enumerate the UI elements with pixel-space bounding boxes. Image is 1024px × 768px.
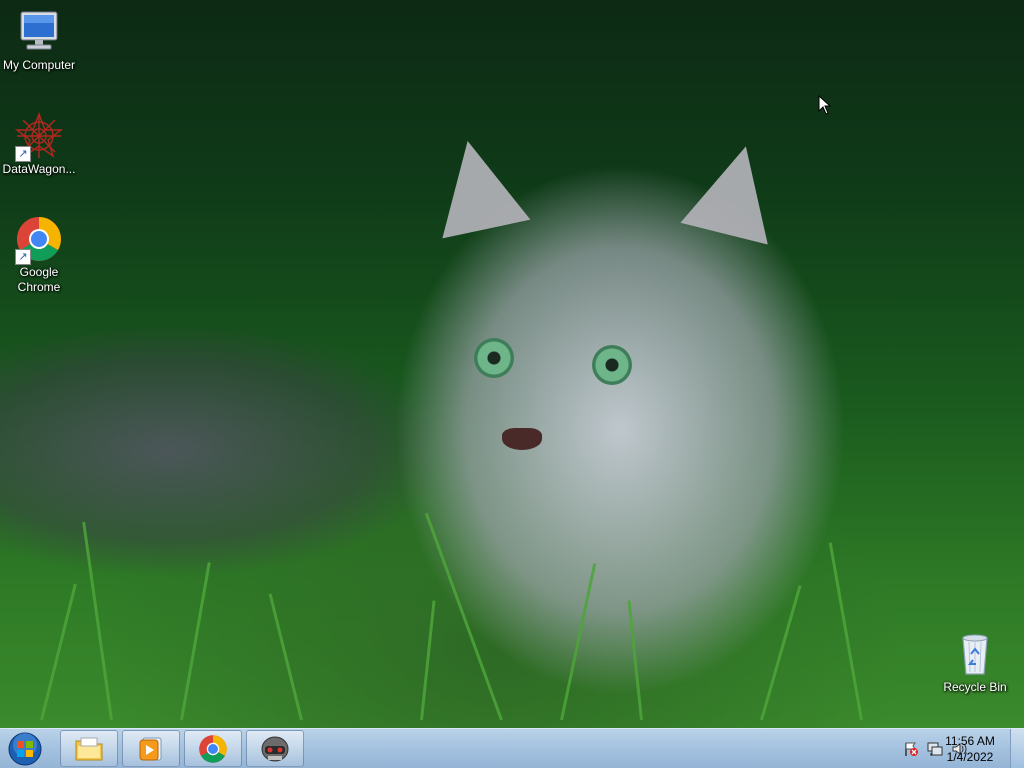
desktop-icon-label: Recycle Bin <box>943 680 1007 694</box>
wallpaper-cat-ear-left <box>423 131 531 239</box>
desktop-icon-label: My Computer <box>2 58 76 72</box>
shortcut-arrow-icon: ↗ <box>15 146 31 162</box>
desktop-icon-recycle-bin[interactable]: Recycle Bin <box>935 630 1015 695</box>
start-button[interactable] <box>6 731 44 767</box>
helmet-app-icon <box>261 736 289 761</box>
wallpaper-cat-eye-right <box>592 345 632 385</box>
taskbar-windows-explorer[interactable] <box>60 730 118 767</box>
wallpaper-grass <box>424 512 503 721</box>
wallpaper-grass <box>760 585 802 721</box>
taskbar: 11:56 AM 1/4/2022 <box>0 728 1024 768</box>
wallpaper-grass <box>82 521 113 721</box>
windows-orb-icon <box>8 732 42 766</box>
shortcut-arrow-icon: ↗ <box>15 249 31 265</box>
wallpaper-grass <box>268 593 303 721</box>
wallpaper-cat-ear-right <box>680 135 790 245</box>
chrome-icon <box>199 734 227 763</box>
action-center-flag-icon[interactable] <box>902 740 920 758</box>
show-desktop-button[interactable] <box>1010 729 1024 768</box>
taskbar-media-player[interactable] <box>122 730 180 767</box>
wallpaper-grass <box>180 562 211 721</box>
clock-date: 1/4/2022 <box>946 750 994 764</box>
recycle-bin-icon <box>951 630 999 678</box>
wallpaper-cat-eye-left <box>474 338 514 378</box>
desktop-wallpaper <box>0 0 1024 728</box>
wallpaper-grass <box>40 583 77 721</box>
wallpaper-cat-nose <box>502 428 542 450</box>
media-player-icon <box>139 737 162 760</box>
datawagon-icon: ↗ <box>14 112 64 162</box>
mouse-cursor-icon <box>818 94 832 120</box>
my-computer-icon <box>15 8 63 56</box>
wallpaper-grass <box>560 563 597 721</box>
wallpaper-grass <box>627 600 643 721</box>
desktop-icon-datawagon[interactable]: ↗ DataWagon... <box>0 112 79 177</box>
wallpaper-grass <box>828 542 863 721</box>
taskbar-clock[interactable]: 11:56 AM 1/4/2022 <box>940 733 1000 765</box>
chrome-icon: ↗ <box>15 215 63 265</box>
desktop-icon-label: DataWagon... <box>2 162 76 176</box>
taskbar-google-chrome[interactable] <box>184 730 242 767</box>
desktop-icon-google-chrome[interactable]: ↗ Google Chrome <box>0 215 79 295</box>
desktop-icon-label: Google Chrome <box>17 265 61 294</box>
folder-icon <box>75 737 103 760</box>
desktop-icon-my-computer[interactable]: My Computer <box>0 8 79 73</box>
wallpaper-grass <box>420 600 436 721</box>
clock-time: 11:56 AM <box>945 734 995 748</box>
taskbar-app-helmet[interactable] <box>246 730 304 767</box>
